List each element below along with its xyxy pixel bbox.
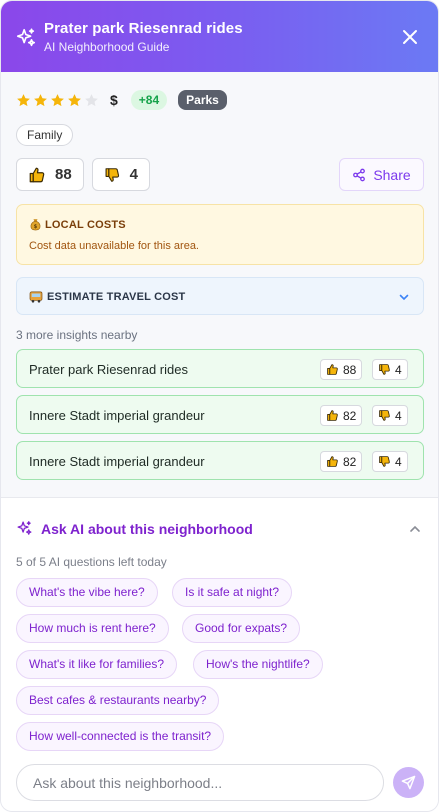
thumbs-down-icon bbox=[105, 167, 120, 182]
suggested-question-chip[interactable]: What's it like for families? bbox=[16, 650, 177, 679]
thumbs-up-icon bbox=[327, 456, 338, 467]
thumbs-down-icon bbox=[379, 456, 390, 467]
suggested-question-chip[interactable]: How well-connected is the transit? bbox=[16, 722, 225, 751]
sparkles-icon bbox=[16, 28, 36, 47]
chevron-up-icon[interactable] bbox=[408, 522, 422, 536]
price-level: $ bbox=[110, 92, 118, 108]
star-filled-icon bbox=[68, 93, 81, 106]
insight-downvotes[interactable]: 4 bbox=[372, 451, 408, 472]
share-icon bbox=[353, 168, 366, 181]
rating-row: $ +84 Parks bbox=[16, 89, 227, 111]
local-costs-card: $ LOCAL COSTS Cost data unavailable for … bbox=[16, 204, 424, 265]
nearby-insight-item[interactable]: Innere Stadt imperial grandeur 82 4 bbox=[16, 441, 424, 480]
sparkles-icon bbox=[17, 521, 32, 535]
star-filled-icon bbox=[17, 93, 30, 106]
send-icon bbox=[401, 775, 416, 790]
panel-header: Prater park Riesenrad rides AI Neighborh… bbox=[1, 1, 438, 72]
travel-cost-header: ESTIMATE TRAVEL COST bbox=[29, 291, 185, 303]
chevron-down-icon bbox=[399, 294, 409, 301]
local-costs-message: Cost data unavailable for this area. bbox=[29, 240, 199, 252]
questions-remaining: 5 of 5 AI questions left today bbox=[16, 555, 167, 569]
insight-upvotes[interactable]: 82 bbox=[320, 405, 363, 426]
ask-ai-header[interactable]: Ask AI about this neighborhood bbox=[16, 520, 253, 537]
neighborhood-guide-panel: Prater park Riesenrad rides AI Neighborh… bbox=[0, 0, 439, 812]
money-bag-icon: $ bbox=[30, 219, 41, 231]
star-rating bbox=[16, 93, 99, 108]
page-title: Prater park Riesenrad rides bbox=[44, 20, 243, 37]
insight-name: Prater park Riesenrad rides bbox=[29, 362, 188, 377]
travel-cost-toggle[interactable]: ESTIMATE TRAVEL COST bbox=[16, 277, 424, 315]
downvote-count: 4 bbox=[129, 166, 138, 183]
share-button[interactable]: Share bbox=[339, 158, 424, 191]
star-filled-icon bbox=[51, 93, 64, 106]
ask-ai-title: Ask AI about this neighborhood bbox=[41, 520, 253, 537]
ask-ai-section: Ask AI about this neighborhood 5 of 5 AI… bbox=[1, 498, 438, 811]
suggested-question-chip[interactable]: How's the nightlife? bbox=[193, 650, 323, 679]
nearby-insight-item[interactable]: Prater park Riesenrad rides 88 4 bbox=[16, 349, 424, 388]
send-button[interactable] bbox=[393, 767, 424, 798]
upvote-count: 88 bbox=[55, 166, 72, 183]
score-badge: +84 bbox=[130, 90, 168, 110]
nearby-insight-item[interactable]: Innere Stadt imperial grandeur 82 4 bbox=[16, 395, 424, 434]
upvote-button[interactable]: 88 bbox=[16, 158, 84, 191]
share-label: Share bbox=[373, 166, 411, 183]
tag-chip: Family bbox=[16, 124, 74, 146]
nearby-insights-label: 3 more insights nearby bbox=[16, 328, 138, 342]
insight-name: Innere Stadt imperial grandeur bbox=[29, 454, 205, 469]
insight-name: Innere Stadt imperial grandeur bbox=[29, 408, 205, 423]
close-icon[interactable] bbox=[400, 27, 420, 47]
thumbs-down-icon bbox=[379, 364, 390, 375]
suggested-question-chip[interactable]: Best cafes & restaurants nearby? bbox=[16, 686, 220, 715]
local-costs-header: $ LOCAL COSTS bbox=[29, 218, 126, 231]
suggested-question-chip[interactable]: How much is rent here? bbox=[16, 614, 169, 643]
suggested-question-chip[interactable]: What's the vibe here? bbox=[16, 578, 158, 607]
suggested-question-chip[interactable]: Is it safe at night? bbox=[172, 578, 293, 607]
svg-text:$: $ bbox=[34, 224, 38, 230]
suggested-question-chip[interactable]: Good for expats? bbox=[182, 614, 301, 643]
insight-upvotes[interactable]: 82 bbox=[320, 451, 363, 472]
page-subtitle: AI Neighborhood Guide bbox=[44, 40, 170, 54]
thumbs-up-icon bbox=[327, 410, 338, 421]
thumbs-up-icon bbox=[29, 167, 45, 182]
bus-icon bbox=[29, 291, 43, 303]
thumbs-up-icon bbox=[327, 364, 338, 375]
downvote-button[interactable]: 4 bbox=[92, 158, 150, 191]
ask-input[interactable] bbox=[16, 764, 384, 801]
star-filled-icon bbox=[34, 93, 47, 106]
star-empty-icon bbox=[85, 93, 98, 106]
insight-upvotes[interactable]: 88 bbox=[320, 359, 363, 380]
category-badge: Parks bbox=[178, 90, 227, 110]
insight-downvotes[interactable]: 4 bbox=[372, 359, 408, 380]
thumbs-down-icon bbox=[379, 410, 390, 421]
insight-downvotes[interactable]: 4 bbox=[372, 405, 408, 426]
